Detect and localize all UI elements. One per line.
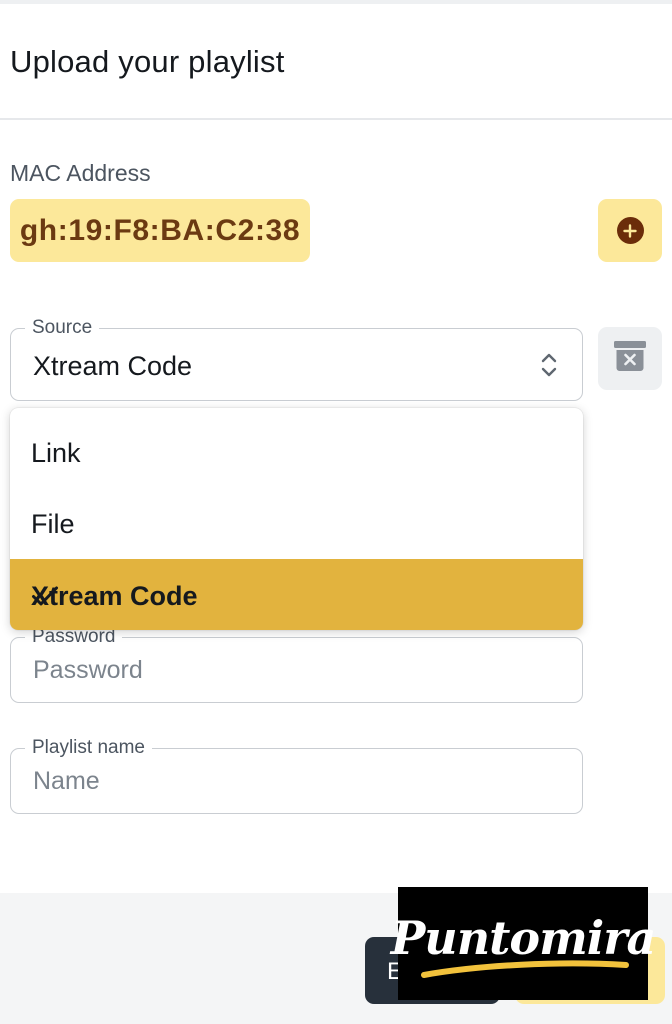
- mac-address-value: gh:19:F8:BA:C2:38: [19, 213, 301, 247]
- page-header: Upload your playlist: [0, 4, 672, 120]
- page-title: Upload your playlist: [10, 44, 285, 79]
- dropdown-option-label: Link: [31, 438, 81, 468]
- playlist-name-label: Playlist name: [25, 736, 152, 760]
- plus-circle-icon: [616, 217, 644, 244]
- source-dropdown-menu: Link File Xtream Code: [10, 408, 583, 630]
- source-label: Source: [25, 316, 100, 340]
- playlist-name-field[interactable]: Playlist name Name: [10, 736, 583, 814]
- add-playlist-button[interactable]: [598, 199, 662, 262]
- password-input[interactable]: Password: [33, 656, 143, 685]
- password-field[interactable]: Password Password: [10, 625, 583, 703]
- dropdown-option-file[interactable]: File: [10, 487, 583, 558]
- checkmark-icon: [31, 583, 551, 614]
- mac-address-chip: gh:19:F8:BA:C2:38: [10, 199, 310, 262]
- delete-playlist-button[interactable]: [598, 327, 662, 390]
- watermark-logo: Puntomira: [391, 887, 656, 1000]
- dropdown-option-label: File: [31, 509, 75, 539]
- dropdown-option-link[interactable]: Link: [10, 416, 583, 487]
- source-selected-value: Xtream Code: [33, 351, 193, 381]
- playlist-name-input[interactable]: Name: [33, 767, 100, 796]
- archive-x-icon: [613, 340, 647, 377]
- mac-address-label: MAC Address: [10, 160, 151, 186]
- swoosh-icon: [421, 960, 629, 978]
- dropdown-option-xtream-code[interactable]: Xtream Code: [10, 559, 583, 630]
- chevron-up-down-icon: [540, 351, 558, 384]
- source-select[interactable]: Source Xtream Code: [10, 316, 583, 401]
